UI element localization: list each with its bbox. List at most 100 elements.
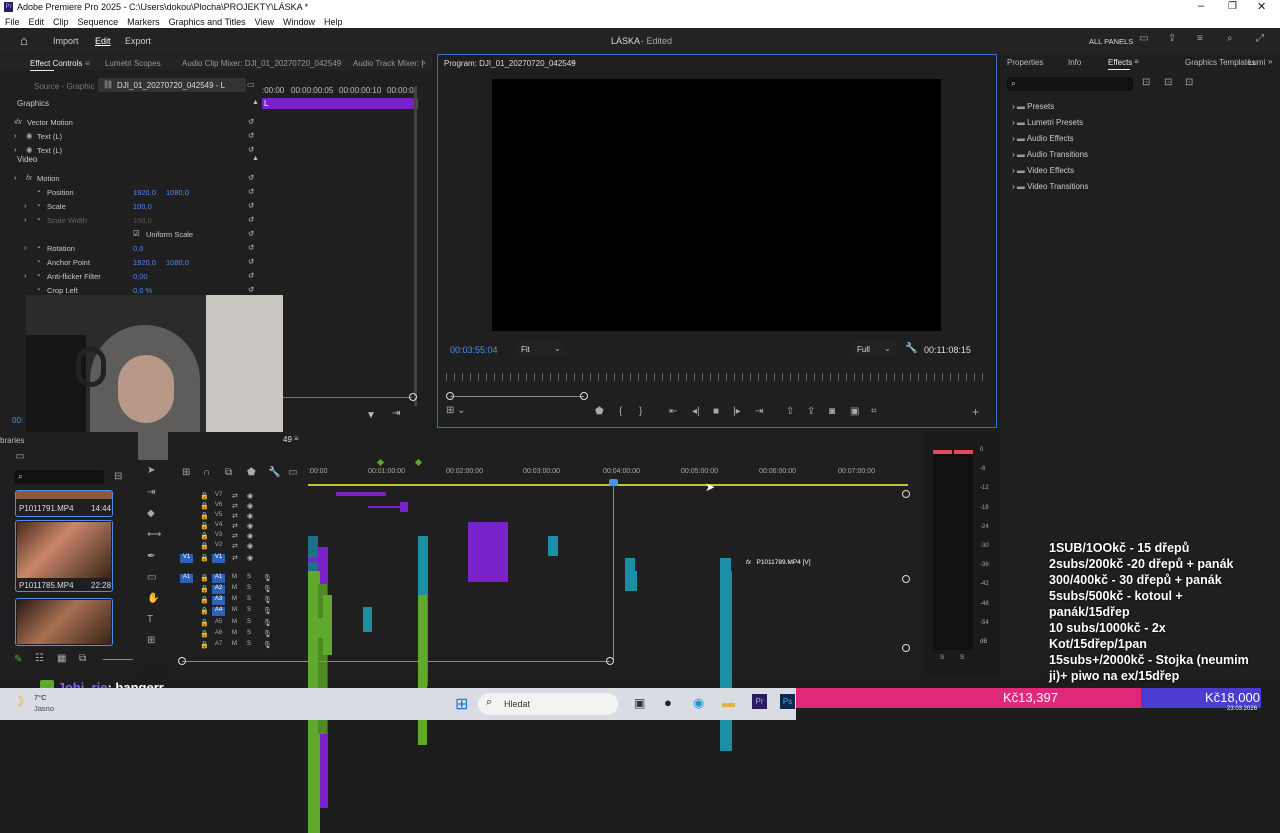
effect-row[interactable]: › ◉ Text (L) ↺ bbox=[0, 145, 432, 159]
search-icon[interactable]: ⌕ bbox=[1227, 34, 1233, 44]
folder-icon[interactable]: ▭ bbox=[15, 452, 24, 462]
playhead-handle[interactable] bbox=[609, 479, 618, 486]
effects-search-input[interactable]: ⌕ bbox=[1007, 77, 1133, 91]
ec-zoom-handle[interactable] bbox=[409, 393, 417, 401]
timeline-clip[interactable] bbox=[468, 522, 508, 582]
effect-row[interactable]: › ◔ Scale Width 100,0 ↺ bbox=[0, 215, 432, 229]
tab-audio-track-mixer[interactable]: Audio Track Mixer: | bbox=[353, 59, 424, 68]
expand-arrow-icon[interactable]: › bbox=[1012, 118, 1015, 127]
menu-icon[interactable]: ≡ bbox=[1197, 34, 1203, 44]
eye-icon[interactable]: ◉ bbox=[26, 145, 33, 154]
lift-icon[interactable]: ⇧ bbox=[786, 407, 794, 417]
effect-value-2[interactable]: 1080,0 bbox=[166, 188, 189, 197]
program-menu-icon[interactable]: ≡ bbox=[571, 58, 576, 67]
reset-icon[interactable]: ↺ bbox=[248, 229, 254, 238]
reset-icon[interactable]: ↺ bbox=[248, 243, 254, 252]
expand-arrow-icon[interactable]: › bbox=[14, 173, 17, 182]
reset-icon[interactable]: ↺ bbox=[248, 117, 254, 126]
timeline-clip[interactable] bbox=[363, 607, 372, 632]
effects-menu-icon[interactable]: ≡ bbox=[1134, 57, 1139, 66]
menu-item[interactable]: Edit bbox=[29, 17, 45, 27]
expand-icon[interactable]: ▭ bbox=[247, 80, 255, 89]
freeform-view-icon[interactable]: ⧉ bbox=[79, 654, 86, 664]
reset-icon[interactable]: ↺ bbox=[248, 271, 254, 280]
32bit-icon[interactable]: ⊡ bbox=[1164, 78, 1172, 88]
effect-value-1[interactable]: 1920,0 bbox=[133, 258, 156, 267]
step-forward-icon[interactable]: |▸ bbox=[733, 407, 741, 417]
quality-dropdown[interactable]: Full ⌄ bbox=[852, 342, 896, 356]
edit-tab[interactable]: Edit bbox=[95, 36, 111, 46]
bin-icon[interactable]: ⊟ bbox=[114, 472, 122, 482]
comparison-icon[interactable]: ▣ bbox=[850, 407, 859, 417]
effects-folder[interactable]: › ▬ Presets bbox=[1012, 102, 1054, 111]
timeline-clip[interactable] bbox=[720, 571, 732, 751]
yuv-icon[interactable]: ⊡ bbox=[1185, 78, 1193, 88]
sequence-selector[interactable]: ⛓ DJI_01_20270720_042549 - L bbox=[98, 78, 246, 92]
expand-arrow-icon[interactable]: › bbox=[24, 271, 27, 280]
project-clip-thumb[interactable]: P1011791.MP4 14:44 bbox=[15, 490, 113, 517]
effect-row[interactable]: ◔ Anchor Point 1920,0 1080,0 ↺ bbox=[0, 257, 432, 271]
menu-item[interactable]: Graphics and Titles bbox=[169, 17, 246, 27]
menu-item[interactable]: View bbox=[255, 17, 274, 27]
timeline-clip[interactable] bbox=[336, 492, 386, 496]
project-tab-label[interactable]: braries bbox=[0, 436, 24, 445]
expand-arrow-icon[interactable]: › bbox=[24, 201, 27, 210]
effect-value-1[interactable]: 1920,0 bbox=[133, 188, 156, 197]
rectangle-tool-icon[interactable]: ▭ bbox=[147, 573, 156, 583]
pencil-icon[interactable]: ✎ bbox=[14, 654, 22, 665]
project-zoom-slider[interactable] bbox=[103, 659, 133, 660]
camera-icon[interactable]: ◙ bbox=[829, 407, 835, 417]
stopwatch-icon[interactable]: ◔ bbox=[36, 285, 41, 294]
filter-icon[interactable]: ▼ bbox=[366, 410, 376, 421]
reset-icon[interactable]: ↺ bbox=[248, 173, 254, 182]
tab-effects[interactable]: Effects bbox=[1108, 58, 1132, 67]
selection-tool-icon[interactable]: ➤ bbox=[147, 466, 155, 476]
ec-timecode[interactable]: 00: bbox=[12, 416, 23, 425]
accelerated-icon[interactable]: ⊡ bbox=[1142, 78, 1150, 88]
share-icon[interactable]: ⇪ bbox=[1168, 34, 1176, 44]
menu-item[interactable]: Markers bbox=[127, 17, 160, 27]
scroll-handle[interactable] bbox=[902, 644, 910, 652]
tab-lumetri[interactable]: Lumi bbox=[1248, 58, 1265, 67]
taskbar-search[interactable]: ⌕ Hledat bbox=[478, 693, 618, 715]
hand-tool-icon[interactable]: ✋ bbox=[147, 594, 159, 604]
file-explorer-icon[interactable]: ▬ bbox=[722, 695, 735, 710]
timeline-zoom-right[interactable] bbox=[606, 657, 614, 665]
uniform-scale-checkbox[interactable]: ☑ bbox=[133, 229, 140, 238]
edge-icon[interactable]: ◉ bbox=[693, 695, 704, 711]
program-ruler[interactable] bbox=[446, 373, 990, 381]
ec-clip-bar[interactable]: L bbox=[262, 98, 418, 109]
track-select-tool-icon[interactable]: ⇥ bbox=[147, 488, 155, 498]
go-to-out-icon[interactable]: ⇥ bbox=[755, 407, 763, 417]
reset-icon[interactable]: ↺ bbox=[248, 201, 254, 210]
solo-left[interactable]: S bbox=[940, 655, 944, 661]
timeline-clip[interactable] bbox=[625, 571, 637, 591]
reset-icon[interactable]: ↺ bbox=[248, 257, 254, 266]
menu-item[interactable]: Help bbox=[324, 17, 343, 27]
ec-zoom-bar[interactable] bbox=[282, 397, 412, 398]
tab-graphics-templates[interactable]: Graphics Templates bbox=[1185, 58, 1256, 67]
effect-row[interactable]: › ◔ Rotation 0,0 ↺ bbox=[0, 243, 432, 257]
settings-icon[interactable]: ⊞ ⌄ bbox=[446, 406, 482, 420]
expand-arrow-icon[interactable]: › bbox=[14, 131, 17, 140]
timeline-clip[interactable] bbox=[308, 558, 318, 562]
minimize-icon[interactable]: – bbox=[1198, 0, 1204, 12]
timeline-clip[interactable] bbox=[318, 618, 327, 638]
panel-overflow-icon[interactable]: » bbox=[421, 58, 425, 67]
expand-arrow-icon[interactable]: › bbox=[1012, 102, 1015, 111]
panel-overflow-icon[interactable]: » bbox=[1268, 57, 1272, 66]
eye-icon[interactable]: ◉ bbox=[26, 131, 33, 140]
timeline-clip[interactable] bbox=[308, 630, 317, 636]
tab-lumetri-scopes[interactable]: Lumetri Scopes bbox=[105, 59, 161, 68]
task-view-icon[interactable]: ▣ bbox=[634, 696, 645, 710]
github-icon[interactable]: ● bbox=[664, 695, 672, 710]
effect-value-1[interactable]: 100,0 bbox=[133, 202, 152, 211]
timeline-zoom-bar[interactable] bbox=[182, 661, 610, 662]
effects-folder[interactable]: › ▬ Lumetri Presets bbox=[1012, 118, 1083, 127]
extract-icon[interactable]: ⇪ bbox=[807, 407, 815, 417]
import-tab[interactable]: Import bbox=[53, 36, 79, 46]
effect-value-1[interactable]: 0,0 bbox=[133, 244, 143, 253]
windows-start-icon[interactable]: ⊞ bbox=[455, 694, 468, 714]
timeline-clip[interactable] bbox=[548, 536, 558, 556]
reset-icon[interactable]: ↺ bbox=[248, 187, 254, 196]
